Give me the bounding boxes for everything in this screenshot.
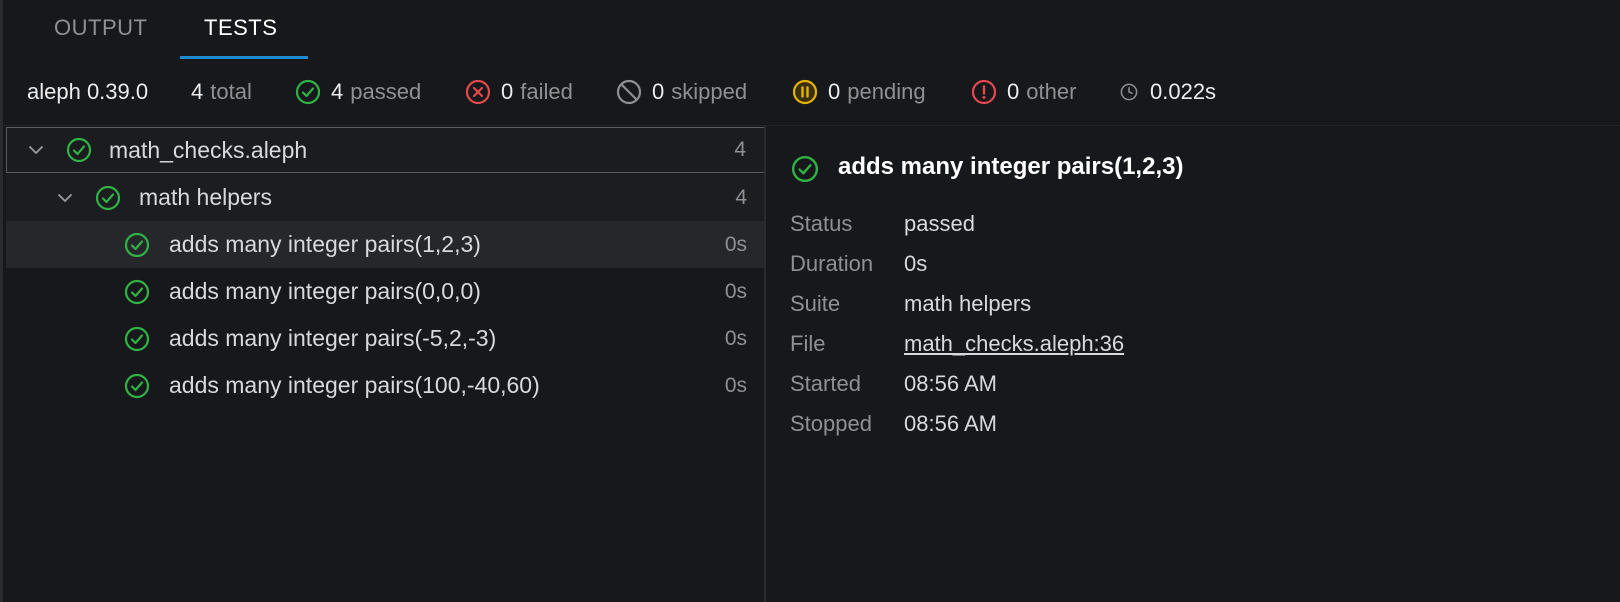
check-circle-icon [124,232,150,258]
test-summary: aleph 0.39.0 4 total 4 passed 0 failed 0 [3,74,1620,110]
chevron-down-icon[interactable] [26,140,46,160]
other-filter[interactable]: 0 other [971,74,1076,110]
x-circle-icon [465,79,491,105]
check-circle-icon [66,137,92,163]
tree-suite-count: 4 [735,185,747,209]
test-panel: OUTPUT TESTS aleph 0.39.0 4 total 4 pass… [0,0,1620,602]
test-duration: 0s [724,373,747,397]
tree-file-count: 4 [734,138,746,161]
detail-suite-value: math helpers [904,291,1032,316]
active-tab-indicator [180,56,308,59]
check-circle-icon [124,326,150,352]
check-circle-icon [124,373,150,399]
failed-filter[interactable]: 0 failed [465,74,573,110]
tree-test-row[interactable]: adds many integer pairs(-5,2,-3) 0s [6,315,765,362]
detail-duration-value: 0s [904,251,928,276]
detail-started-key: Started [790,371,861,396]
test-duration: 0s [724,279,747,303]
duration-total: 0.022s [1118,74,1216,110]
detail-file-link[interactable]: math_checks.aleph:36 [904,331,1124,357]
runner-version: aleph 0.39.0 [27,79,149,104]
tab-bar: OUTPUT TESTS [3,0,1620,62]
check-circle-icon [124,279,150,305]
skipped-filter[interactable]: 0 skipped [616,74,747,110]
detail-stopped-value: 08:56 AM [904,411,997,436]
detail-duration-key: Duration [790,251,874,276]
check-circle-icon [791,155,819,183]
detail-status-key: Status [790,211,853,236]
test-label: adds many integer pairs(-5,2,-3) [169,325,497,351]
tab-tests[interactable]: TESTS [204,0,277,60]
test-detail-pane: adds many integer pairs(1,2,3) Status pa… [766,126,1620,602]
test-label: adds many integer pairs(0,0,0) [169,278,481,304]
pause-circle-icon [792,79,818,105]
detail-suite-key: Suite [790,291,841,316]
tree-test-row[interactable]: adds many integer pairs(1,2,3) 0s [6,221,765,268]
test-duration: 0s [724,232,747,256]
detail-file-key: File [790,331,826,356]
tab-output[interactable]: OUTPUT [54,0,147,60]
test-label: adds many integer pairs(100,-40,60) [169,372,540,398]
test-label: adds many integer pairs(1,2,3) [169,231,481,257]
tree-file-label: math_checks.aleph [109,136,308,163]
check-circle-icon [95,185,121,211]
tree-suite-label: math helpers [139,184,272,210]
passed-filter[interactable]: 4 passed [295,74,421,110]
test-tree: math_checks.aleph 4 math helpers 4 adds … [6,126,765,602]
check-circle-icon [295,79,321,105]
clock-icon [1120,83,1138,101]
exclamation-circle-icon [971,79,997,105]
tree-test-row[interactable]: adds many integer pairs(0,0,0) 0s [6,268,765,315]
detail-started-value: 08:56 AM [904,371,997,396]
tree-test-row[interactable]: adds many integer pairs(100,-40,60) 0s [6,362,765,409]
chevron-down-icon[interactable] [55,188,75,208]
test-duration: 0s [724,326,747,350]
tree-suite-row[interactable]: math helpers 4 [6,174,765,221]
detail-stopped-key: Stopped [790,411,872,436]
pending-filter[interactable]: 0 pending [792,74,926,110]
total-count: 4 total [191,79,252,104]
detail-title: adds many integer pairs(1,2,3) [838,153,1184,180]
detail-status-value: passed [904,211,975,236]
skip-icon [616,79,642,105]
tree-file-row[interactable]: math_checks.aleph 4 [6,127,765,173]
